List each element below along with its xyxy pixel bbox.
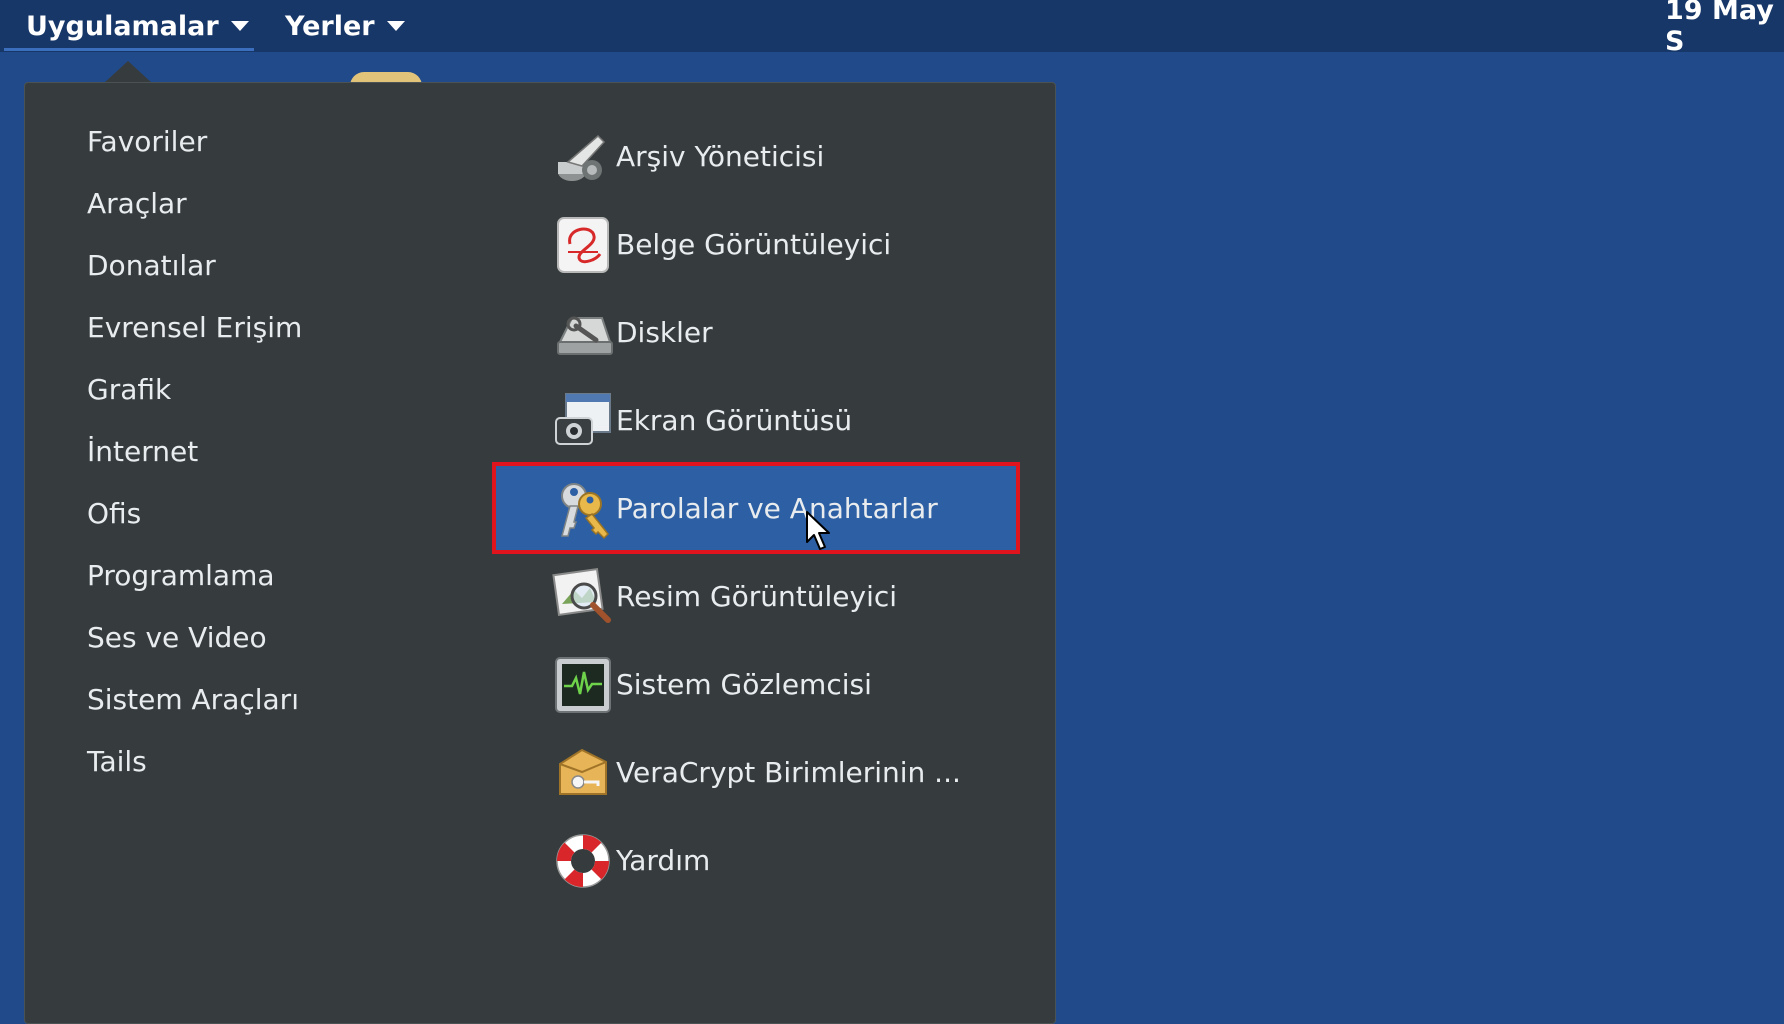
places-menu-button[interactable]: Yerler <box>285 0 405 52</box>
disks-icon <box>557 316 613 355</box>
mouse-cursor-icon <box>806 511 830 550</box>
category-internet[interactable]: İnternet <box>87 435 198 469</box>
category-office[interactable]: Ofis <box>87 497 141 531</box>
places-menu-label: Yerler <box>285 10 375 42</box>
menu-pointer-arrow <box>104 61 152 83</box>
app-label-screenshot: Ekran Görüntüsü <box>616 404 853 437</box>
chevron-down-icon <box>230 21 249 31</box>
applications-menu-label: Uygulamalar <box>26 10 219 42</box>
app-label-image-viewer: Resim Görüntüleyici <box>616 580 898 613</box>
app-label-disks: Diskler <box>616 316 713 349</box>
app-label-help: Yardım <box>616 844 711 877</box>
help-lifebuoy-icon <box>556 834 610 888</box>
category-favorites[interactable]: Favoriler <box>87 125 207 159</box>
category-accessories[interactable]: Donatılar <box>87 249 216 283</box>
app-label-document-viewer: Belge Görüntüleyici <box>616 228 892 261</box>
category-tools[interactable]: Araçlar <box>87 187 187 221</box>
image-viewer-icon <box>552 568 611 623</box>
app-label-veracrypt: VeraCrypt Birimlerinin ... <box>616 756 961 789</box>
app-item-help[interactable] <box>468 818 996 902</box>
document-viewer-icon <box>557 217 609 273</box>
app-label-archive-manager: Arşiv Yöneticisi <box>616 140 825 173</box>
chevron-down-icon <box>386 21 405 31</box>
screenshot-icon <box>555 393 611 445</box>
category-system-tools[interactable]: Sistem Araçları <box>87 683 299 717</box>
active-menu-indicator <box>4 48 254 51</box>
app-label-passwords-and-keys: Parolalar ve Anahtarlar <box>616 492 938 525</box>
archive-manager-icon <box>558 134 606 181</box>
veracrypt-icon <box>559 748 607 795</box>
clock[interactable]: 19 May S <box>1665 0 1784 57</box>
keys-icon <box>561 483 610 540</box>
applications-menu-button[interactable]: Uygulamalar <box>26 0 249 52</box>
app-label-system-monitor: Sistem Gözlemcisi <box>616 668 872 701</box>
category-graphics[interactable]: Grafik <box>87 373 171 407</box>
category-sound-video[interactable]: Ses ve Video <box>87 621 267 655</box>
system-monitor-icon <box>555 657 611 713</box>
category-universal-access[interactable]: Evrensel Erişim <box>87 311 302 345</box>
top-panel: Uygulamalar Yerler 19 May S <box>0 0 1784 57</box>
app-item-disks[interactable] <box>468 290 996 374</box>
category-tails[interactable]: Tails <box>87 745 147 779</box>
category-programming[interactable]: Programlama <box>87 559 275 593</box>
